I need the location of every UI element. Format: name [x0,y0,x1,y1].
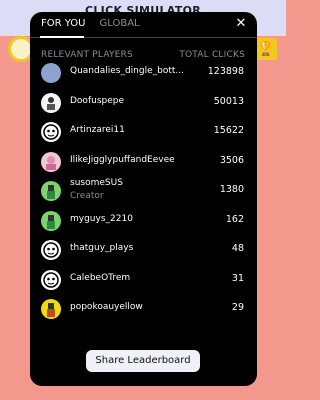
avatar [41,269,61,290]
active-tab-indicator [40,36,84,38]
players-column-header: RELEVANT PLAYERS [41,50,133,60]
avatar [41,63,61,83]
player-name: susomeSUS [70,178,123,188]
player-name: myguys_2210 [70,213,133,224]
creator-badge: Creator [70,191,104,201]
tab-global[interactable]: GLOBAL [100,18,140,38]
avatar [41,299,61,319]
list-item[interactable]: popokoauyellow 29 [30,296,257,326]
list-item[interactable]: Quandalies_dingle_bott... 123898 [30,60,257,90]
tab-for-you[interactable]: FOR YOU [41,18,86,38]
player-list: Quandalies_dingle_bott... 123898 Doofusp… [30,60,257,326]
player-name: Quandalies_dingle_bott... [70,66,184,76]
list-item[interactable]: thatguy_plays 48 [30,237,257,267]
player-clicks: 50013 [213,95,244,107]
leaderboard-panel: FOR YOU GLOBAL ✕ RELEVANT PLAYERS TOTAL … [30,12,257,386]
leaderboard-tabs: FOR YOU GLOBAL [41,18,140,38]
close-icon[interactable]: ✕ [233,16,249,32]
player-name: Artinzarei11 [70,125,125,135]
share-leaderboard-button[interactable]: Share Leaderboard [86,350,200,372]
player-name: thatguy_plays [70,243,134,253]
player-clicks: 15622 [213,125,244,136]
player-clicks: 123898 [207,66,244,77]
player-clicks: 31 [231,272,244,284]
player-clicks: 48 [231,243,244,254]
avatar [41,151,61,172]
player-clicks: 1380 [219,184,244,195]
list-item[interactable]: CalebeOTrem 31 [30,267,257,297]
list-item[interactable]: myguys_2210 162 [30,208,257,238]
player-clicks: 3506 [219,154,244,166]
avatar [41,240,61,260]
player-name: popokoauyellow [70,302,143,312]
player-clicks: 162 [225,213,244,225]
avatar [41,92,61,113]
list-item[interactable]: IlikeJigglypuffandEevee 3506 [30,149,257,179]
avatar [41,210,61,231]
player-clicks: 29 [231,302,244,313]
list-item[interactable]: Artinzarei11 15622 [30,119,257,149]
list-item[interactable]: susomeSUS Creator 1380 [30,178,257,208]
trophy-icon[interactable]: 🏆 [255,38,277,60]
player-name: IlikeJigglypuffandEevee [70,154,175,165]
player-name: CalebeOTrem [70,272,131,283]
player-name: Doofuspepe [70,95,125,106]
avatar [41,122,61,142]
clicks-column-header: TOTAL CLICKS [179,50,245,60]
avatar [41,181,61,201]
list-item[interactable]: Doofuspepe 50013 [30,90,257,120]
